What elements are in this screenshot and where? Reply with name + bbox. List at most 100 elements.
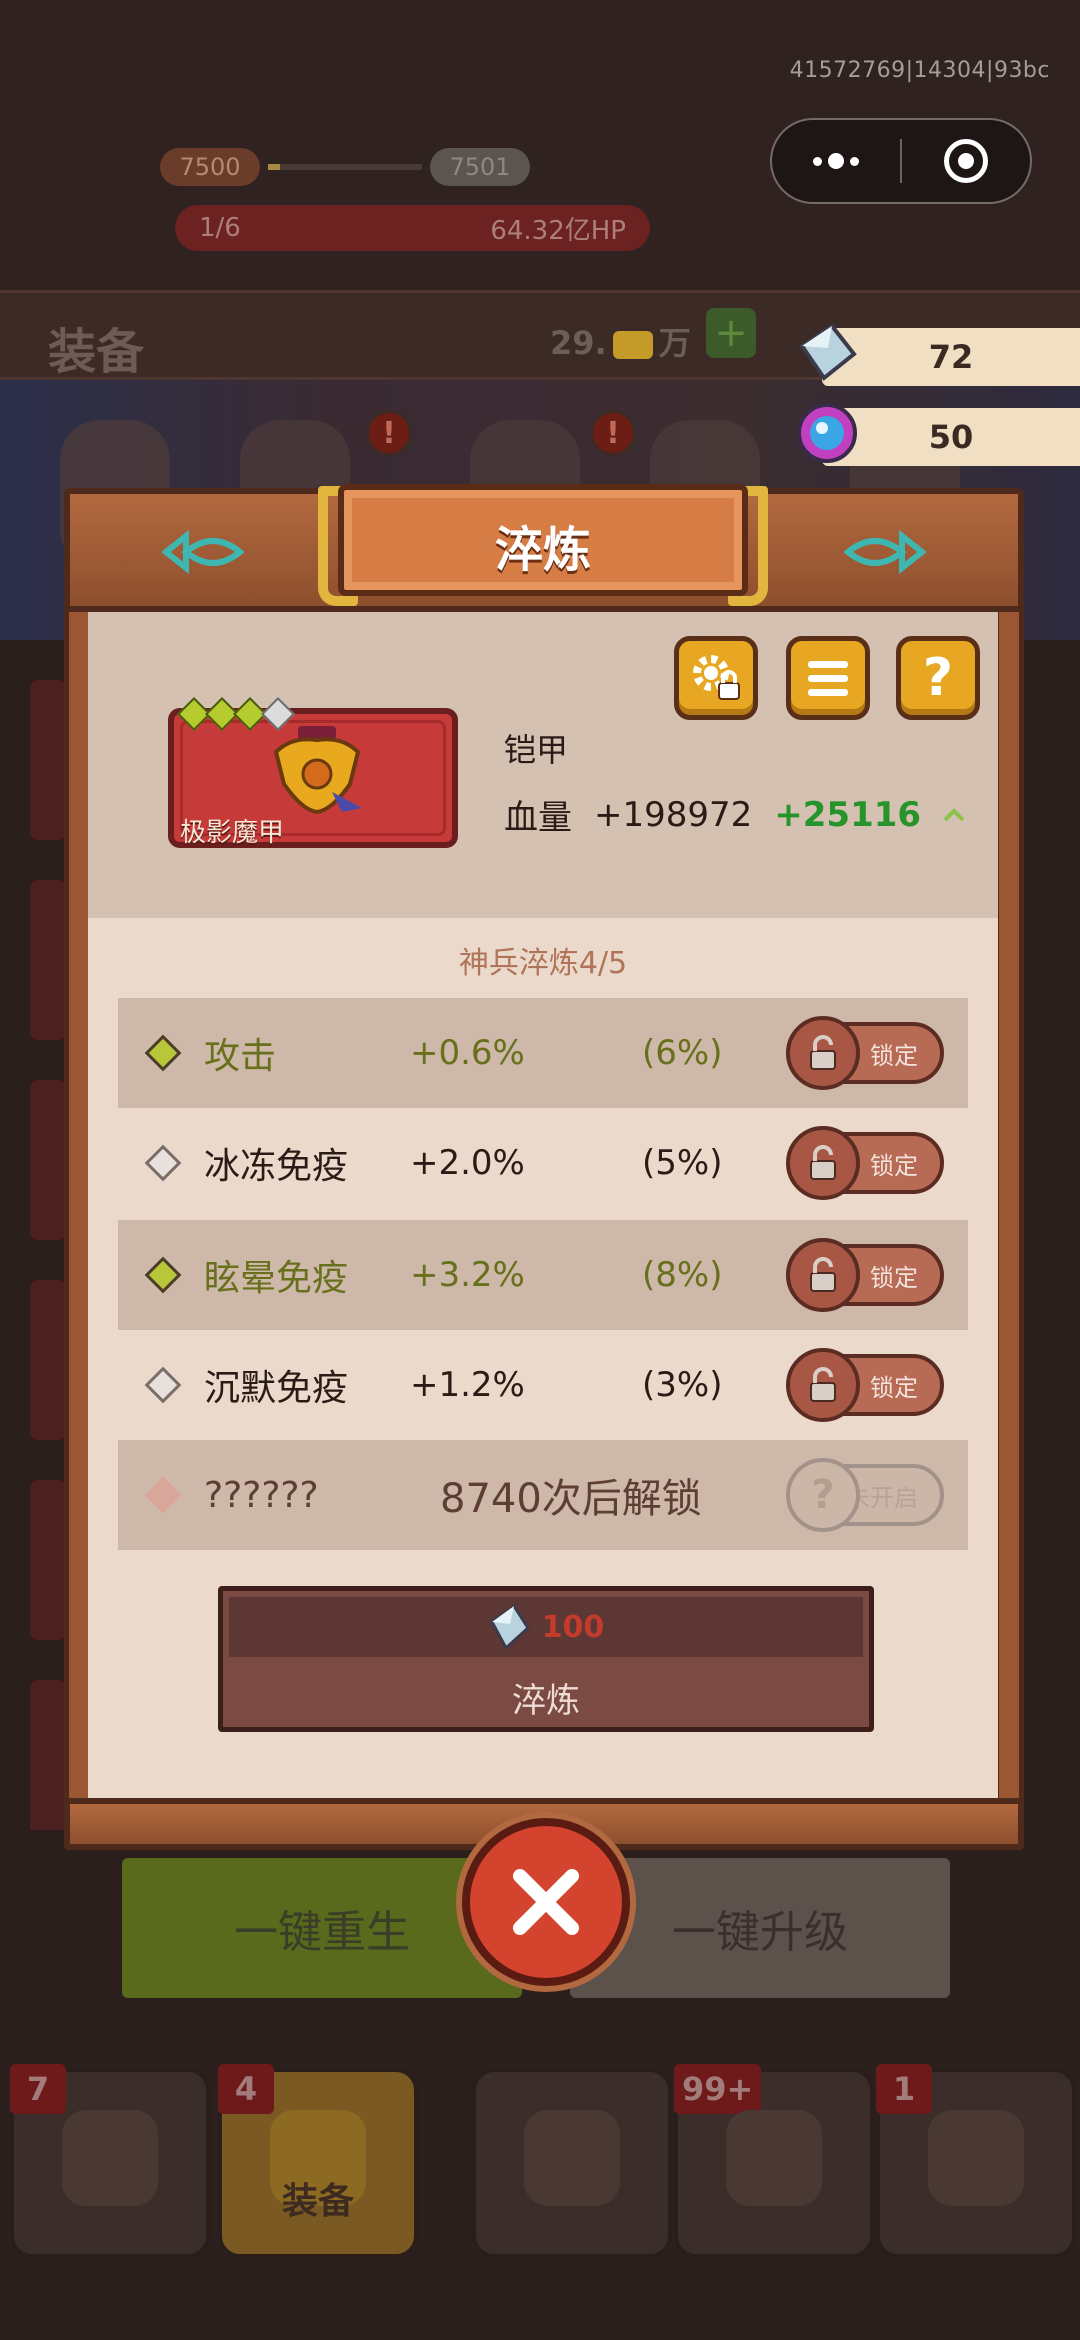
padlock-icon [786,1126,860,1200]
record-list-button[interactable] [786,636,870,720]
hp-value: 64.32亿HP [490,215,626,246]
side-slot [30,1280,66,1440]
lock-attribute-button[interactable]: 锁定 [786,1126,944,1200]
crystal-icon [489,1603,530,1651]
green-gem-icon [144,1034,182,1072]
attribute-name: 攻击 [204,1036,277,1077]
unlock-note: 8740次后解锁 [440,1476,702,1522]
lock-label: 锁定 [870,1041,918,1070]
chest-icon [726,2110,822,2206]
gear-lock-icon [693,655,740,700]
hp-stage: 1/6 [199,213,241,243]
lock-attribute-button[interactable]: 锁定 [786,1348,944,1422]
scroll-icon [928,2110,1024,2206]
close-modal-button[interactable] [462,1818,630,1986]
side-slot [30,1680,66,1840]
tab-chest[interactable]: 99+ [674,2064,874,2258]
lock-attribute-button[interactable]: 锁定 [786,1016,944,1090]
fish-emblem-icon [843,530,927,574]
one-click-rebirth-button[interactable]: 一键重生 [122,1858,522,1998]
attribute-value: +1.2% [410,1365,525,1405]
attribute-row: 冰冻免疫 +2.0% (5%) 锁定 [118,1108,968,1218]
refine-level: 神兵淬炼4/5 [458,946,628,981]
side-slot [30,1080,66,1240]
attribute-max: (5%) [642,1143,723,1183]
auto-lock-settings-button[interactable] [674,636,758,720]
question-icon: ? [786,1458,860,1532]
tab-heroes[interactable]: 7 [10,2064,210,2258]
tab-label: 装备 [281,2181,354,2222]
locked-attribute-row: ?????? 8740次后解锁 ? 未开启 [118,1440,968,1550]
lock-label: 锁定 [870,1373,918,1402]
modal-frame-right [994,600,1024,1810]
stat-bonus: +25116 [774,794,922,835]
item-stat: 血量 +198972 +25116 [504,790,965,839]
lock-attribute-button[interactable]: 锁定 [786,1238,944,1312]
add-coins-button[interactable]: + [706,308,756,358]
more-menu-button[interactable] [772,120,900,202]
attribute-value: +2.0% [410,1143,525,1183]
more-dots-icon [813,153,859,169]
skill-icon [524,2110,620,2206]
coin-count-obscured [612,331,653,359]
side-slot [30,680,66,840]
attribute-name: 沉默免疫 [204,1368,349,1409]
modal-title: 淬炼 [494,522,591,578]
equipment-title: 装备 [48,324,145,380]
attribute-name: ?????? [204,1474,319,1516]
attribute-row: 沉默免疫 +1.2% (3%) 锁定 [118,1330,968,1440]
padlock-icon [786,1348,860,1422]
alert-badge: ! [590,410,636,456]
item-name: 极影魔甲 [180,818,285,848]
refine-cost: 100 [229,1597,863,1657]
lock-label: 锁定 [870,1263,918,1292]
coin-count: 29. 万 [550,318,691,364]
attribute-max: (6%) [642,1033,723,1073]
help-button[interactable]: ? [896,636,980,720]
side-slot [30,880,66,1040]
fish-emblem-icon [161,530,245,574]
coin-count-prefix: 29. [550,324,607,362]
tab-badge: 1 [876,2064,932,2114]
tab-skills[interactable] [472,2068,672,2258]
attribute-name: 眩晕免疫 [204,1258,349,1299]
tab-badge: 4 [218,2064,274,2114]
tab-scroll[interactable]: 1 [876,2064,1076,2258]
level-current: 7500 [160,148,260,186]
attribute-name: 冰冻免疫 [204,1146,349,1187]
armor-icon [273,726,362,815]
padlock-icon [786,1238,860,1312]
level-track-fill [268,164,281,170]
padlock-icon [786,1016,860,1090]
attribute-max: (3%) [642,1365,723,1405]
attribute-row: 攻击 +0.6% (6%) 锁定 [118,998,968,1108]
orb-icon [797,403,857,463]
stat-label: 血量 [504,798,572,838]
white-gem-icon [144,1144,182,1182]
close-miniprogram-button[interactable] [902,120,1030,202]
chevron-up-icon [943,807,965,821]
green-gem-icon [144,1256,182,1294]
white-gem-icon [144,1366,182,1404]
attribute-row: 眩晕免疫 +3.2% (8%) 锁定 [118,1220,968,1330]
alert-badge: ! [366,410,412,456]
item-type: 铠甲 [504,731,569,769]
not-open-button: ? 未开启 [786,1458,944,1532]
level-next: 7501 [430,148,530,186]
game-screen: 41572769|14304|93bc 7500 7501 1/6 64.32亿… [0,0,1080,2340]
user-id: 41572769|14304|93bc [789,58,1050,83]
hp-bar: 1/6 64.32亿HP [175,205,650,251]
refine-button[interactable]: 100 淬炼 [218,1586,874,1732]
hero-icon [62,2110,158,2206]
attribute-value: +0.6% [410,1033,525,1073]
tab-equipment[interactable]: 4 装备 [218,2064,418,2258]
crystal-icon [799,323,857,381]
faded-gem-icon [144,1476,182,1514]
close-icon [513,1869,579,1935]
coin-count-suffix: 万 [658,324,691,362]
level-track [268,164,422,170]
attribute-max: (8%) [642,1255,723,1295]
tab-badge: 7 [10,2064,66,2114]
level-progress: 7500 7501 [160,145,530,189]
stat-value: +198972 [594,794,753,835]
